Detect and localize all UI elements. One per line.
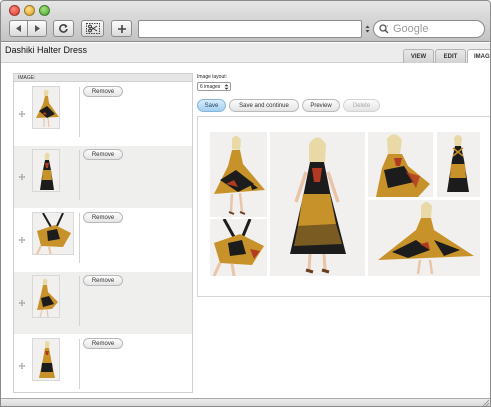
- resize-grip-icon[interactable]: [482, 399, 490, 407]
- drag-handle-icon[interactable]: [19, 237, 25, 243]
- dress-photo-walk: [368, 200, 480, 276]
- list-item: Remove: [14, 272, 192, 334]
- dress-photo-detail: [210, 219, 267, 276]
- snip-button[interactable]: [81, 20, 104, 37]
- image-thumbnail[interactable]: [32, 86, 60, 129]
- row-divider: [79, 87, 80, 137]
- url-dropdown-icon[interactable]: [365, 25, 370, 33]
- collage-image[interactable]: [368, 132, 433, 197]
- browser-window: Dashiki Halter Dress VIEW EDIT IMAG IMAG…: [0, 0, 491, 407]
- collage-image[interactable]: [437, 132, 480, 197]
- delete-button[interactable]: Delete: [343, 99, 380, 112]
- tab-view[interactable]: VIEW: [403, 49, 434, 63]
- dress-photo-walk: [33, 339, 59, 380]
- row-divider: [79, 213, 80, 263]
- forward-button[interactable]: [28, 20, 47, 37]
- add-bookmark-button[interactable]: [111, 20, 132, 37]
- image-layout-canvas: [197, 116, 490, 297]
- drag-handle-icon[interactable]: [19, 174, 25, 180]
- search-icon: [379, 24, 389, 34]
- dress-photo-detail: [33, 213, 73, 254]
- forward-arrow-icon: [34, 25, 40, 32]
- back-arrow-icon: [16, 25, 21, 32]
- browser-toolbar: [1, 1, 490, 42]
- remove-button[interactable]: Remove: [83, 275, 123, 286]
- image-thumbnail[interactable]: [32, 149, 60, 192]
- list-item: Remove: [14, 209, 192, 271]
- collage-image[interactable]: [210, 219, 267, 276]
- page-header: Dashiki Halter Dress VIEW EDIT IMAG: [1, 43, 490, 63]
- dress-photo-kneel: [368, 132, 433, 197]
- plus-icon: [117, 24, 126, 33]
- tab-image[interactable]: IMAG: [467, 49, 490, 63]
- remove-button[interactable]: Remove: [83, 212, 123, 223]
- save-and-continue-button[interactable]: Save and continue: [229, 99, 299, 112]
- reload-icon: [59, 24, 68, 33]
- list-item: Remove: [14, 83, 192, 145]
- remove-button[interactable]: Remove: [83, 149, 123, 160]
- tab-edit[interactable]: EDIT: [435, 49, 466, 63]
- image-layout-value: 6 images: [200, 83, 221, 90]
- list-item: Remove: [14, 335, 192, 392]
- page-title: Dashiki Halter Dress: [5, 45, 88, 55]
- list-item: Remove: [14, 146, 192, 208]
- dress-photo-back: [437, 132, 480, 197]
- close-window-button[interactable]: [9, 5, 20, 16]
- dress-photo-front: [33, 150, 59, 191]
- row-divider: [79, 339, 80, 389]
- row-divider: [79, 150, 80, 200]
- dress-photo-twirl: [33, 87, 59, 128]
- collage-image[interactable]: [210, 132, 267, 217]
- collage-image[interactable]: [270, 132, 365, 276]
- back-button[interactable]: [9, 20, 28, 37]
- search-box[interactable]: [373, 20, 485, 38]
- collage-image[interactable]: [368, 200, 480, 276]
- image-layout-label: Image layout:: [197, 74, 228, 80]
- image-thumbnail[interactable]: [32, 212, 74, 255]
- dress-photo-front: [270, 132, 365, 276]
- dress-photo-twirl: [210, 132, 267, 217]
- drag-handle-icon[interactable]: [19, 363, 25, 369]
- image-thumbnail[interactable]: [32, 275, 60, 318]
- minimize-window-button[interactable]: [24, 5, 35, 16]
- row-divider: [79, 276, 80, 326]
- scissors-icon: [85, 23, 100, 34]
- dress-photo-kneel: [33, 276, 59, 317]
- remove-button[interactable]: Remove: [83, 338, 123, 349]
- zoom-window-button[interactable]: [39, 5, 50, 16]
- drag-handle-icon[interactable]: [19, 300, 25, 306]
- save-button[interactable]: Save: [197, 99, 226, 112]
- image-thumbnail[interactable]: [32, 338, 60, 381]
- drag-handle-icon[interactable]: [19, 111, 25, 117]
- address-bar[interactable]: [138, 20, 362, 38]
- select-arrows-icon: [224, 84, 229, 90]
- reload-button[interactable]: [53, 20, 74, 37]
- preview-button[interactable]: Preview: [302, 99, 340, 112]
- remove-button[interactable]: Remove: [83, 86, 123, 97]
- image-list-header: IMAGE:: [14, 74, 192, 82]
- image-layout-select[interactable]: 6 images: [197, 82, 231, 91]
- status-bar: [1, 398, 490, 407]
- image-list-panel: IMAGE: Remove Remove Remove Remove Remov…: [13, 73, 193, 393]
- search-input[interactable]: [393, 23, 473, 35]
